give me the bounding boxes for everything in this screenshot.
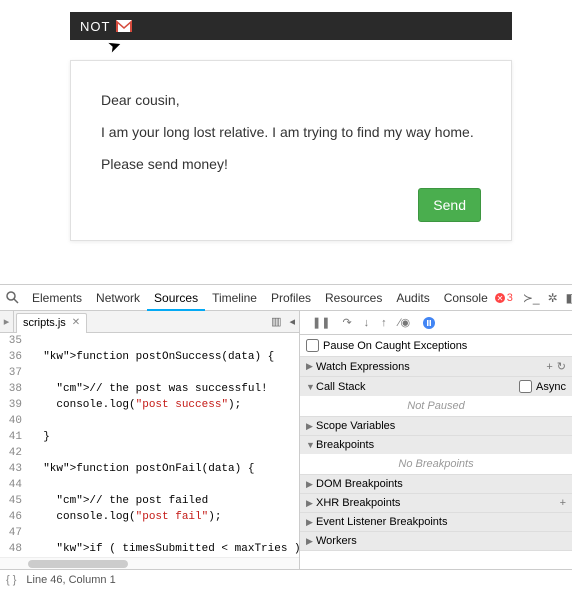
gmail-icon: [116, 20, 132, 32]
file-tabstrip: ▸ scripts.js ✕ ▥ ◂: [0, 311, 299, 333]
format-icon[interactable]: ▥: [271, 315, 281, 328]
tab-resources[interactable]: Resources: [318, 285, 389, 311]
chevron-down-icon: ▼: [306, 440, 316, 450]
panel-scope[interactable]: ▶ Scope Variables: [300, 417, 572, 435]
chevron-right-icon: ▶: [306, 498, 316, 509]
email-greeting: Dear cousin,: [101, 91, 481, 109]
file-tab-label: scripts.js: [23, 313, 66, 333]
devtools-tabstrip: Elements Network Sources Timeline Profil…: [0, 285, 572, 311]
refresh-watch-icon[interactable]: ↻: [557, 360, 566, 373]
panel-breakpoints[interactable]: ▼ Breakpoints: [300, 436, 572, 454]
tab-timeline[interactable]: Timeline: [205, 285, 264, 311]
panel-callstack[interactable]: ▼ Call Stack Async: [300, 377, 572, 396]
add-watch-icon[interactable]: +: [546, 361, 552, 373]
breakpoints-body: No Breakpoints: [300, 454, 572, 474]
email-body: I am your long lost relative. I am tryin…: [101, 123, 481, 141]
step-out-icon[interactable]: ↑: [381, 317, 387, 329]
pretty-print-icon[interactable]: { }: [6, 574, 16, 586]
panel-xhr-bp[interactable]: ▶ XHR Breakpoints +: [300, 494, 572, 512]
chevron-down-icon: ▼: [306, 382, 316, 392]
tab-network[interactable]: Network: [89, 285, 147, 311]
app-topbar: NOT: [70, 12, 512, 40]
devtools-panel: Elements Network Sources Timeline Profil…: [0, 284, 572, 600]
drawer-icon[interactable]: ≻_: [523, 291, 540, 305]
tab-console[interactable]: Console: [437, 285, 495, 311]
pause-exceptions-icon[interactable]: [422, 316, 436, 330]
debugger-toolbar: ❚❚ ↷ ↓ ↑ ⁄◉: [300, 311, 572, 335]
pause-caught-row[interactable]: Pause On Caught Exceptions: [300, 335, 572, 357]
panel-dom-bp[interactable]: ▶ DOM Breakpoints: [300, 475, 572, 493]
chevron-right-icon: ▶: [306, 479, 316, 490]
settings-icon[interactable]: ✲: [548, 291, 558, 305]
cursor-position: Line 46, Column 1: [26, 574, 115, 586]
chevron-right-icon: ▶: [306, 517, 316, 528]
chevron-right-icon: ▶: [306, 536, 316, 547]
panel-workers[interactable]: ▶ Workers: [300, 532, 572, 550]
async-checkbox[interactable]: [519, 380, 532, 393]
error-badge[interactable]: ✕3: [495, 292, 513, 304]
step-into-icon[interactable]: ↓: [364, 317, 370, 329]
pause-caught-checkbox[interactable]: [306, 339, 319, 352]
search-icon[interactable]: [6, 291, 19, 304]
file-tab-scripts[interactable]: scripts.js ✕: [16, 313, 87, 333]
pause-icon[interactable]: ❚❚: [312, 316, 330, 329]
brand-text: NOT: [80, 19, 110, 34]
tab-elements[interactable]: Elements: [25, 285, 89, 311]
navigator-icon[interactable]: ▸: [0, 311, 14, 332]
tab-audits[interactable]: Audits: [389, 285, 436, 311]
add-xhr-bp-icon[interactable]: +: [560, 497, 566, 509]
callstack-body: Not Paused: [300, 396, 572, 416]
email-closing: Please send money!: [101, 155, 481, 173]
tab-profiles[interactable]: Profiles: [264, 285, 318, 311]
dock-icon[interactable]: ◧: [566, 291, 572, 305]
deactivate-bp-icon[interactable]: ⁄◉: [399, 316, 410, 329]
svg-text:✕: ✕: [496, 294, 503, 303]
send-button[interactable]: Send: [418, 188, 481, 222]
async-label: Async: [536, 381, 566, 393]
pause-caught-label: Pause On Caught Exceptions: [323, 340, 467, 352]
chevron-right-icon: ▶: [306, 421, 316, 432]
close-file-icon[interactable]: ✕: [72, 313, 80, 333]
snippets-icon[interactable]: ◂: [289, 315, 295, 328]
status-bar: { } Line 46, Column 1: [0, 569, 572, 589]
step-over-icon[interactable]: ↷: [342, 316, 351, 329]
panel-watch[interactable]: ▶ Watch Expressions + ↻: [300, 357, 572, 376]
code-editor[interactable]: 3536373839404142434445464748495051525354…: [0, 333, 299, 557]
horizontal-scrollbar[interactable]: [0, 557, 299, 569]
chevron-right-icon: ▶: [306, 361, 316, 372]
tab-sources[interactable]: Sources: [147, 285, 205, 311]
email-compose-card: Dear cousin, I am your long lost relativ…: [70, 60, 512, 241]
panel-event-bp[interactable]: ▶ Event Listener Breakpoints: [300, 513, 572, 531]
